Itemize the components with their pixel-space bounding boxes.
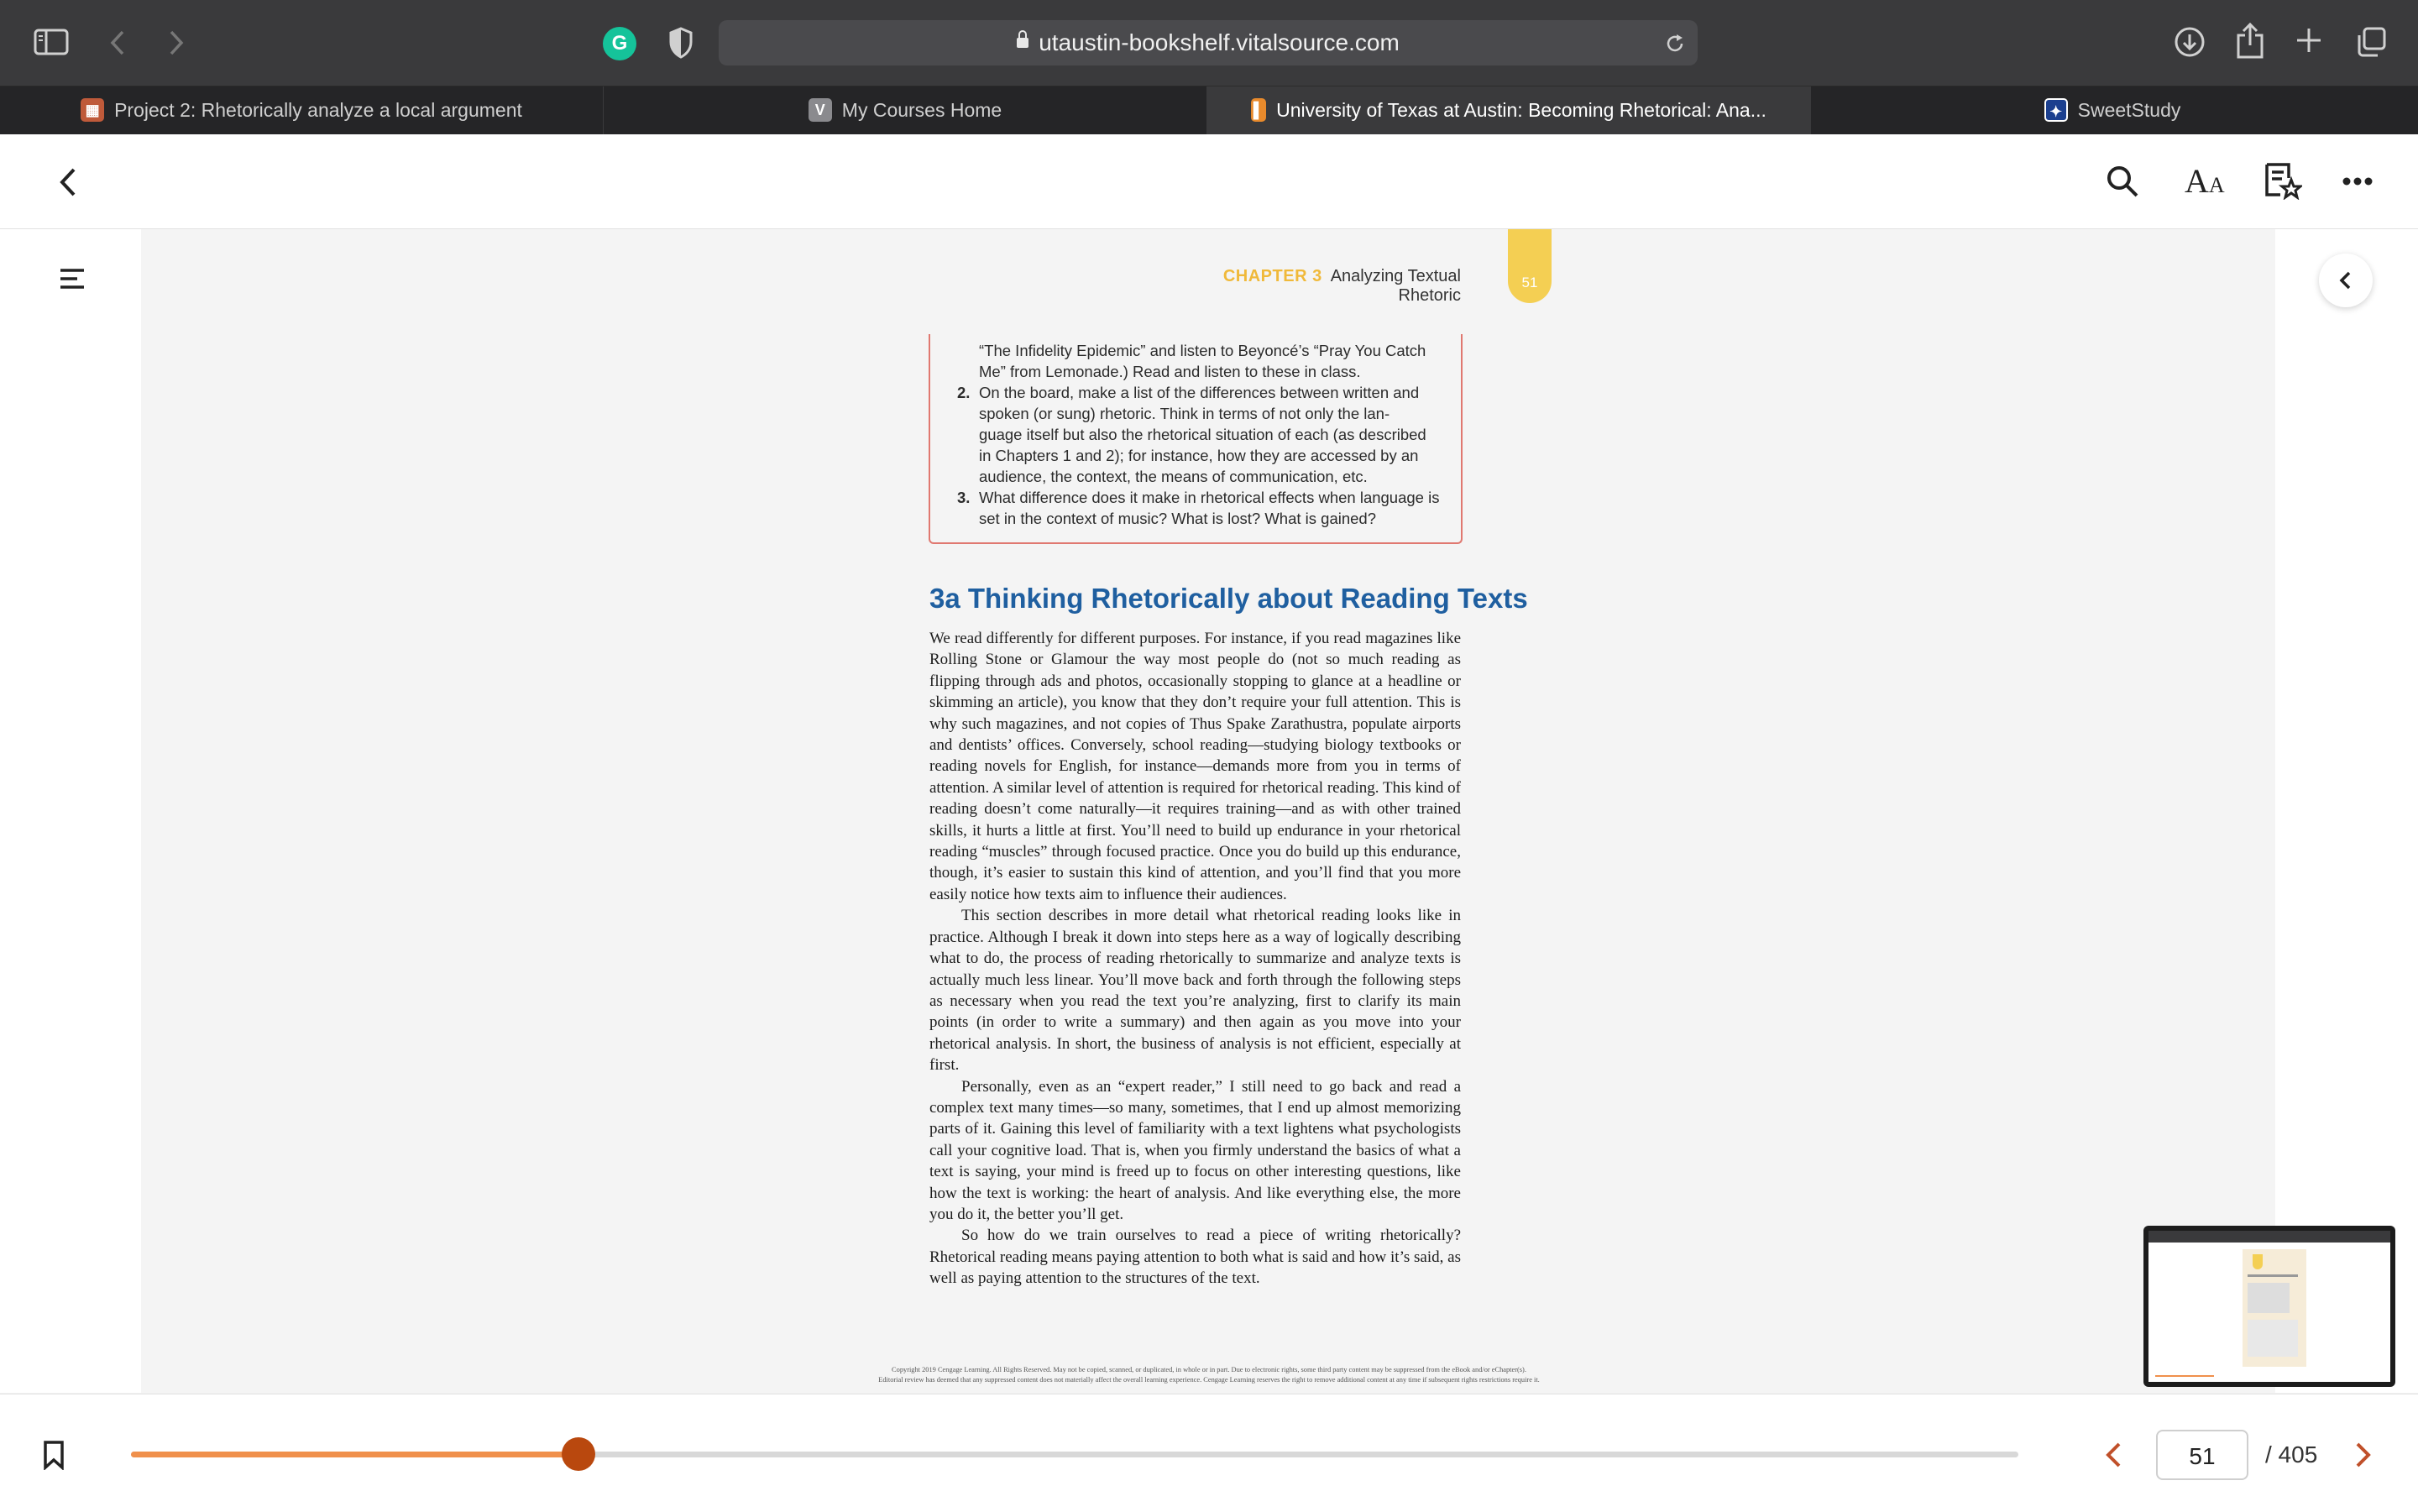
exercise-line: On the board, make a list of the differe…: [979, 384, 1420, 401]
new-tab-icon[interactable]: [2294, 25, 2324, 55]
url-text: utaustin-bookshelf.vitalsource.com: [1039, 29, 1400, 55]
running-header: CHAPTER 3 Analyzing Textual Rhetoric: [1175, 267, 1461, 306]
screenshot-thumbnail[interactable]: [2143, 1226, 2395, 1387]
collapse-panel-button[interactable]: [2319, 254, 2373, 307]
paragraph: Personally, even as an “expert reader,” …: [929, 1077, 1461, 1223]
exercise-line: guage itself but also the rhetorical sit…: [979, 426, 1426, 443]
privacy-shield-icon[interactable]: [668, 27, 693, 59]
paragraph: This section describes in more detail wh…: [929, 907, 1461, 1075]
forward-icon[interactable]: [166, 29, 186, 57]
project-tab-icon: ▦: [81, 97, 105, 122]
total-pages-label: / 405: [2265, 1441, 2318, 1468]
exercise-line: set in the context of music? What is los…: [979, 510, 1377, 527]
sweetstudy-tab-icon: ✦: [2044, 97, 2068, 122]
slider-thumb[interactable]: [561, 1437, 595, 1471]
lock-icon: [1017, 29, 1029, 48]
search-icon[interactable]: [2106, 165, 2139, 198]
tab-sweetstudy[interactable]: ✦ SweetStudy: [1811, 86, 2414, 134]
page-bookmark-tab[interactable]: 51: [1508, 229, 1552, 303]
section-heading: 3a Thinking Rhetorically about Reading T…: [929, 583, 1528, 614]
page-number-label: 51: [1521, 275, 1538, 290]
copyright-notice: Copyright 2019 Cengage Learning. All Rig…: [878, 1366, 1540, 1384]
tab-bar: ▦ Project 2: Rhetorically analyze a local…: [0, 86, 2418, 134]
page-progress-slider[interactable]: [131, 1437, 2018, 1471]
exercise-line: “The Infidelity Epidemic” and listen to …: [979, 342, 1426, 359]
more-options-icon[interactable]: [2342, 176, 2373, 186]
reader-footer: 51 / 405: [0, 1394, 2418, 1512]
slider-fill: [131, 1452, 578, 1457]
exercise-line: in Chapters 1 and 2); for instance, how …: [979, 447, 1419, 464]
exercise-line: audience, the context, the means of comm…: [979, 468, 1368, 485]
exercise-line: spoken (or sung) rhetoric. Think in term…: [979, 405, 1390, 422]
share-icon[interactable]: [2235, 22, 2265, 60]
body-text: We read differently for different purpos…: [929, 628, 1461, 1290]
exercise-box: “The Infidelity Epidemic” and listen to …: [929, 334, 1463, 544]
paragraph: So how do we train ourselves to read a p…: [929, 1227, 1461, 1288]
browser-toolbar: G utaustin-bookshelf.vitalsource.com: [0, 0, 2418, 86]
tab-my-courses[interactable]: V My Courses Home: [604, 86, 1207, 134]
tab-project-2[interactable]: ▦ Project 2: Rhetorically analyze a local…: [0, 86, 604, 134]
reader-header: AA: [0, 134, 2418, 229]
exercise-line: Me” from Lemonade.) Read and listen to t…: [979, 363, 1361, 380]
bookmark-icon[interactable]: [42, 1440, 65, 1470]
address-bar[interactable]: utaustin-bookshelf.vitalsource.com: [719, 20, 1698, 65]
back-icon[interactable]: [107, 29, 128, 57]
downloads-icon[interactable]: [2173, 25, 2206, 59]
tab-overview-icon[interactable]: [2354, 25, 2388, 59]
previous-page-icon[interactable]: [2104, 1441, 2122, 1468]
table-of-contents-icon[interactable]: [59, 267, 86, 290]
chevron-left-icon: [2339, 271, 2351, 290]
sidebar-toggle-icon[interactable]: [34, 29, 69, 55]
grammarly-extension-icon[interactable]: G: [603, 27, 636, 60]
chapter-title: Analyzing Textual Rhetoric: [1330, 267, 1461, 305]
bookmarks-list-icon[interactable]: [2264, 161, 2302, 200]
vitalsource-tab-icon: V: [808, 97, 832, 122]
font-size-icon[interactable]: AA: [2185, 163, 2225, 204]
chapter-label: CHAPTER 3: [1222, 267, 1322, 285]
next-page-icon[interactable]: [2354, 1441, 2373, 1468]
paragraph: We read differently for different purpos…: [929, 630, 1461, 903]
reload-icon[interactable]: [1664, 33, 1686, 55]
page-number-input[interactable]: 51: [2156, 1430, 2248, 1480]
exercise-line: What difference does it make in rhetoric…: [979, 489, 1440, 506]
book-tab-icon: ▌: [1251, 97, 1267, 122]
tab-becoming-rhetorical[interactable]: ▌ University of Texas at Austin: Becoming…: [1207, 86, 1811, 134]
back-arrow-icon[interactable]: [57, 166, 79, 198]
